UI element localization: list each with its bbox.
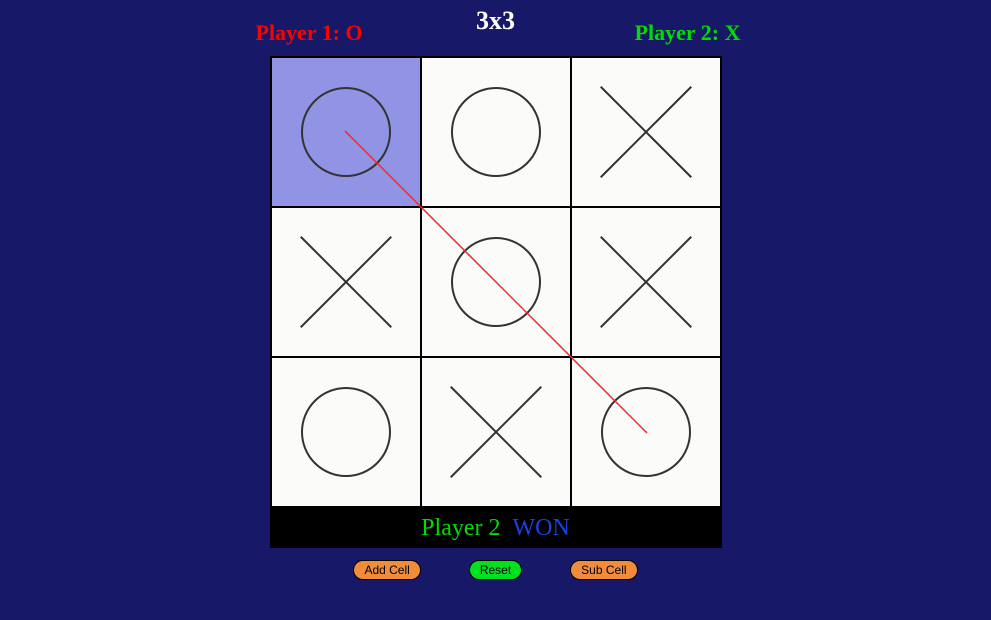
cell-0[interactable] <box>271 57 421 207</box>
circle-icon <box>451 87 541 177</box>
circle-icon <box>601 387 691 477</box>
cross-icon <box>301 237 391 327</box>
reset-button[interactable]: Reset <box>469 560 522 580</box>
cell-2[interactable] <box>571 57 721 207</box>
circle-icon <box>451 237 541 327</box>
grid-size-title: 3x3 <box>476 6 515 36</box>
sub-cell-button[interactable]: Sub Cell <box>570 560 637 580</box>
status-bar: Player 2 WON <box>270 508 722 548</box>
cross-icon <box>451 387 541 477</box>
cross-icon <box>601 237 691 327</box>
cell-7[interactable] <box>421 357 571 507</box>
cell-6[interactable] <box>271 357 421 507</box>
board-wrapper <box>270 56 722 508</box>
cell-1[interactable] <box>421 57 571 207</box>
cell-4[interactable] <box>421 207 571 357</box>
player2-label: Player 2: X <box>635 20 741 46</box>
status-player: Player 2 <box>421 515 500 542</box>
circle-icon <box>301 87 391 177</box>
cross-icon <box>601 87 691 177</box>
add-cell-button[interactable]: Add Cell <box>353 560 420 580</box>
circle-icon <box>301 387 391 477</box>
cell-3[interactable] <box>271 207 421 357</box>
cell-5[interactable] <box>571 207 721 357</box>
button-row: Add Cell Reset Sub Cell <box>353 560 637 580</box>
game-board <box>270 56 722 508</box>
header: Player 1: O 3x3 Player 2: X <box>266 6 726 46</box>
status-result: WON <box>512 515 569 542</box>
player1-label: Player 1: O <box>256 20 363 46</box>
cell-8[interactable] <box>571 357 721 507</box>
